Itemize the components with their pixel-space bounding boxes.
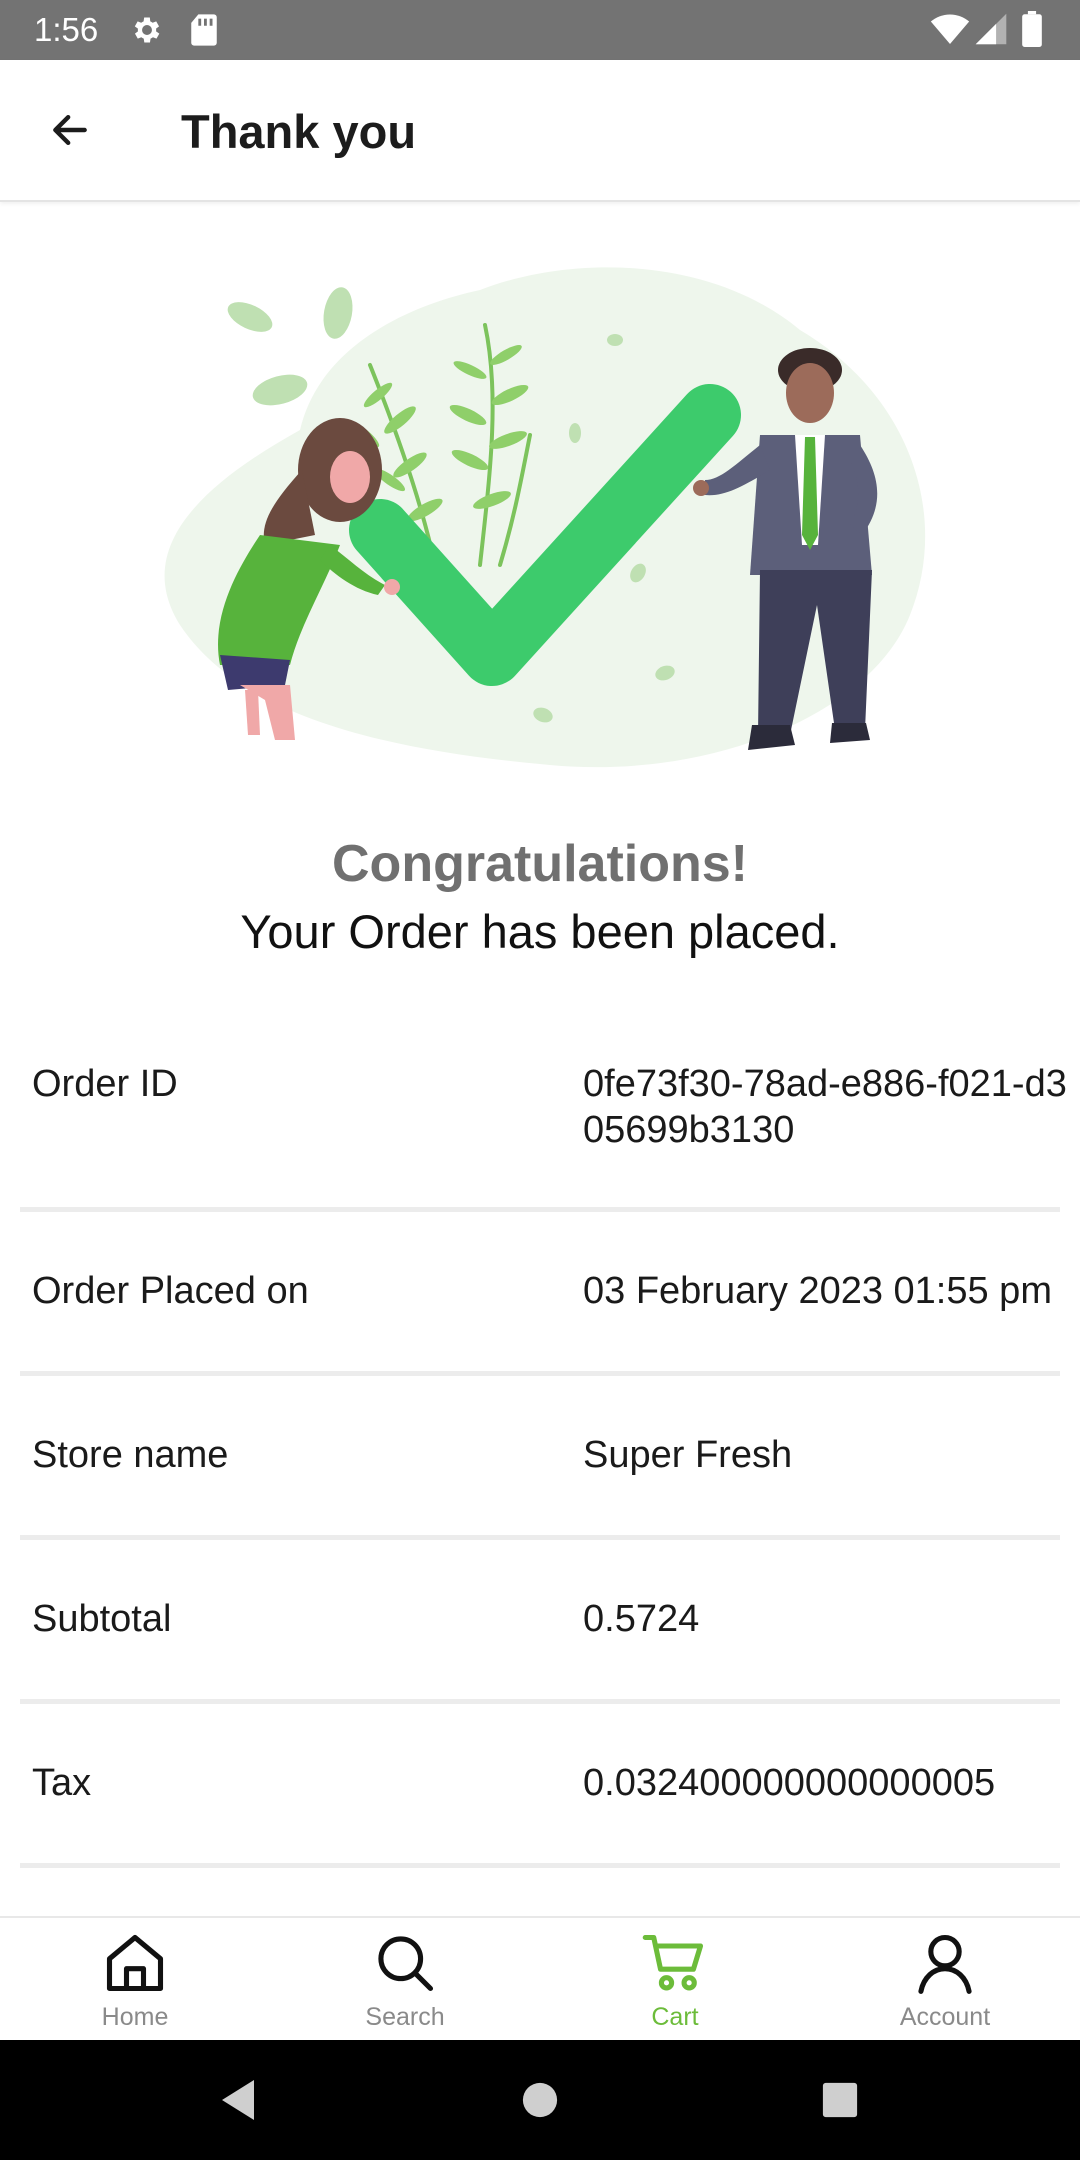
nav-item-cart[interactable]: Cart — [540, 1918, 810, 2042]
back-button[interactable] — [36, 96, 104, 164]
nav-item-home[interactable]: Home — [0, 1918, 270, 2042]
battery-icon — [1022, 11, 1042, 52]
nav-label-home: Home — [101, 2003, 169, 2031]
home-circle-icon — [522, 2082, 558, 2118]
home-icon — [106, 1934, 164, 1992]
order-id-value: 0fe73f30-78ad-e886-f021-d305699b3130 — [583, 1063, 1067, 1151]
detail-row-order-placed: Order Placed on 03 February 2023 01:55 p… — [0, 1212, 1080, 1376]
detail-row-tax: Tax 0.032400000000000005 — [0, 1704, 1080, 1868]
sd-card-icon — [189, 13, 219, 52]
tax-value: 0.032400000000000005 — [583, 1762, 996, 1804]
order-placed-value: 03 February 2023 01:55 pm — [583, 1270, 1052, 1312]
back-triangle-icon — [222, 2080, 254, 2120]
store-name-label: Store name — [32, 1434, 229, 1476]
order-placed-label: Order Placed on — [32, 1270, 309, 1312]
divider — [20, 1863, 1060, 1868]
order-placed-message: Your Order has been placed. — [240, 905, 840, 958]
cart-icon — [642, 1934, 704, 1991]
nav-label-search: Search — [365, 2003, 445, 2031]
search-icon — [378, 1936, 434, 1992]
order-success-illustration — [164, 267, 926, 768]
app-bar: Thank you — [0, 60, 1080, 202]
subtotal-label: Subtotal — [32, 1598, 172, 1640]
gear-icon — [130, 13, 164, 52]
system-navigation-bar — [0, 2040, 1080, 2160]
page-title: Thank you — [181, 105, 417, 158]
congrats-heading: Congratulations! — [332, 835, 748, 893]
wifi-icon — [930, 12, 970, 51]
arrow-left-icon — [53, 114, 87, 146]
order-id-label: Order ID — [32, 1063, 178, 1105]
order-details: Order ID 0fe73f30-78ad-e886-f021-d305699… — [0, 1018, 1080, 1868]
detail-row-subtotal: Subtotal 0.5724 — [0, 1540, 1080, 1704]
account-icon — [918, 1934, 972, 1994]
tax-label: Tax — [32, 1762, 92, 1804]
system-recents-button[interactable] — [810, 2070, 870, 2130]
status-bar: 1:56 — [0, 0, 1080, 60]
system-home-button[interactable] — [510, 2070, 570, 2130]
store-name-value: Super Fresh — [583, 1434, 793, 1476]
detail-row-order-id: Order ID 0fe73f30-78ad-e886-f021-d305699… — [0, 1018, 1080, 1212]
bottom-navigation: Home Search Cart Account — [0, 1916, 1080, 2042]
nav-item-account[interactable]: Account — [810, 1918, 1080, 2042]
nav-label-account: Account — [899, 2003, 991, 2031]
subtotal-value: 0.5724 — [583, 1598, 700, 1640]
nav-item-search[interactable]: Search — [270, 1918, 540, 2042]
recents-square-icon — [822, 2082, 858, 2118]
status-time: 1:56 — [34, 11, 99, 48]
nav-label-cart: Cart — [651, 2003, 699, 2031]
detail-row-store-name: Store name Super Fresh — [0, 1376, 1080, 1540]
signal-icon — [974, 12, 1008, 51]
system-back-button[interactable] — [208, 2070, 268, 2130]
